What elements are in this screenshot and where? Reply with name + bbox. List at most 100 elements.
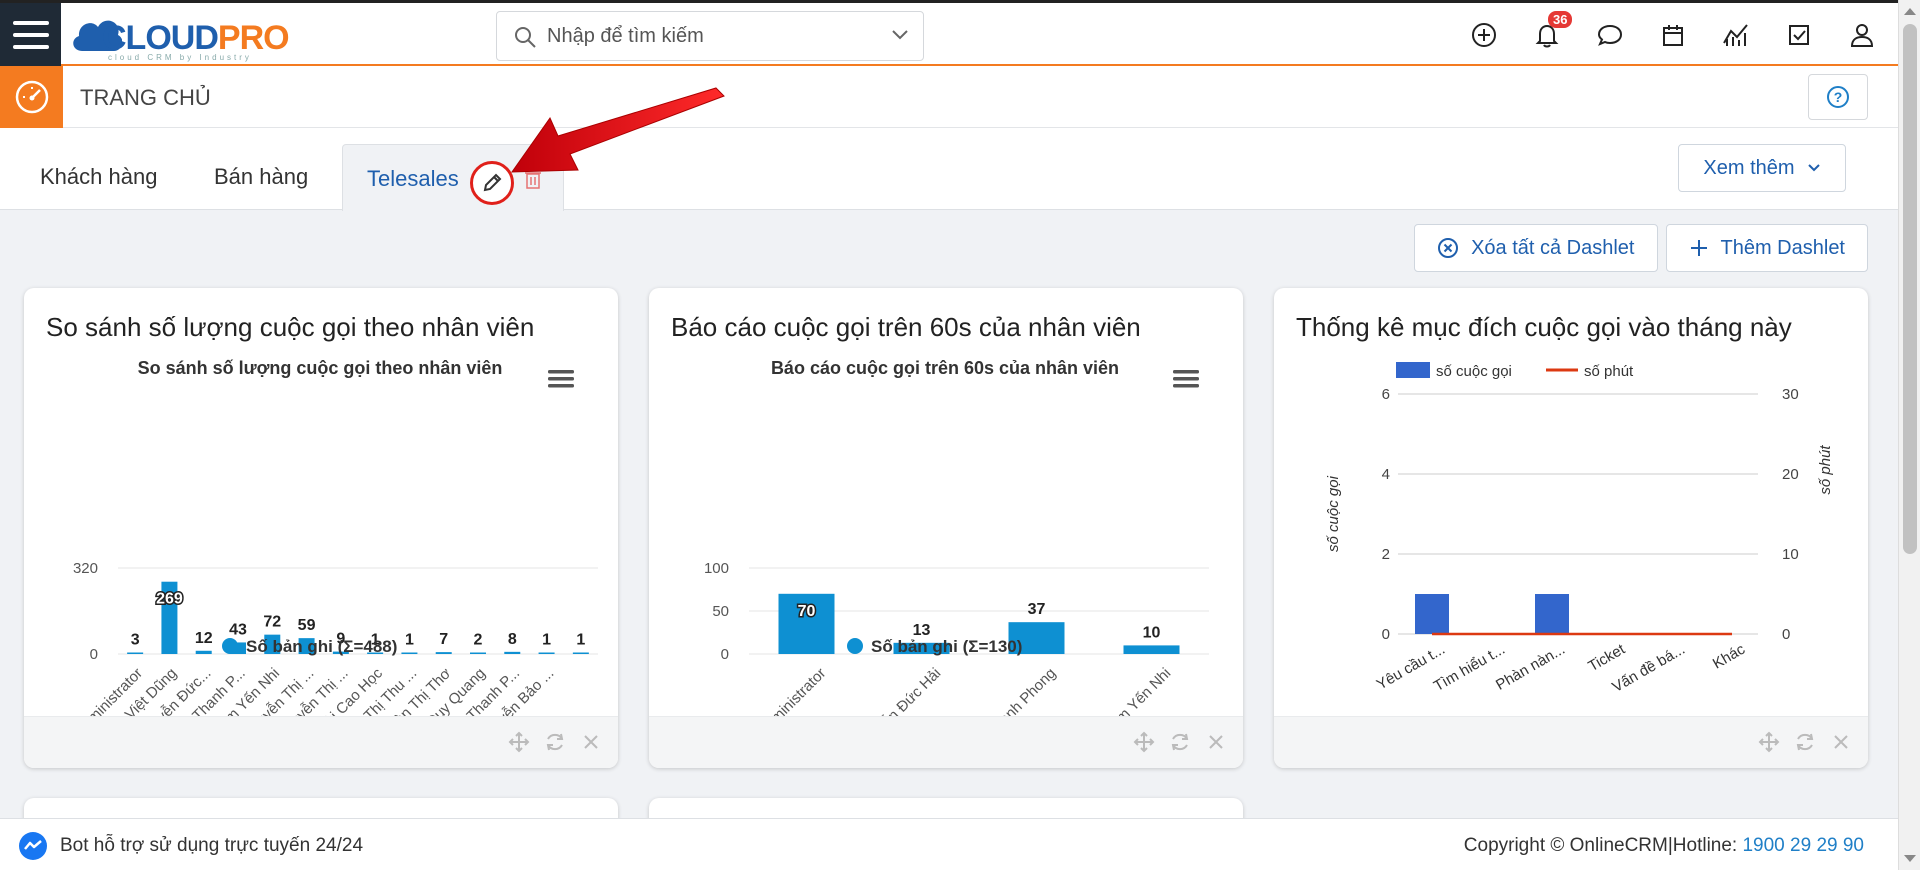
support-bot-link[interactable]: Bot hỗ trợ sử dụng trực tuyến 24/24 [18, 831, 363, 861]
tab-telesales[interactable]: Telesales [342, 144, 564, 211]
trash-icon[interactable] [523, 167, 543, 191]
menu-toggle-button[interactable] [0, 3, 61, 66]
move-icon[interactable] [508, 731, 530, 753]
chart-title: Báo cáo cuộc gọi trên 60s của nhân viên [771, 358, 1119, 378]
data-label: 7 [439, 631, 448, 648]
sub-header: TRANG CHỦ ? [0, 66, 1898, 128]
call-purpose-chart: số cuộc gọi số phút 0 2 4 6 0 10 20 30 số cuộc gọi… [1325, 362, 1834, 696]
dashlet-footer [24, 716, 618, 768]
x-circle-icon [1438, 238, 1459, 258]
chart-title: So sánh số lượng cuộc gọi theo nhân viên [138, 358, 503, 378]
data-label: 2 [474, 632, 483, 649]
data-label: 1 [576, 632, 585, 649]
bar [401, 652, 418, 654]
search-input[interactable] [547, 22, 867, 50]
close-icon[interactable] [1205, 731, 1227, 753]
page-title: TRANG CHỦ [80, 85, 211, 110]
chart-menu-icon [548, 370, 574, 374]
chart-menu-icon [1173, 384, 1199, 388]
more-tabs-dropdown[interactable]: Xem thêm [1678, 144, 1846, 192]
hamburger-line [12, 32, 49, 37]
logo[interactable]: CLOUDPRO cloud CRM by Industry [70, 9, 300, 63]
scroll-down-arrow[interactable] [1904, 855, 1916, 862]
messenger-icon [19, 832, 47, 860]
y2-axis-label: số phút [1817, 445, 1834, 495]
tab-ban-hang[interactable]: Bán hàng [214, 164, 308, 190]
bar [435, 652, 452, 654]
top-toolbar: 36 [1467, 11, 1878, 57]
notifications-button[interactable]: 36 [1530, 11, 1573, 57]
data-label: 10 [1143, 624, 1161, 641]
x-tick-label: Administrator [755, 665, 830, 716]
chat-bubble-icon [1597, 24, 1622, 46]
pencil-icon [483, 173, 502, 192]
y-tick-label: 320 [73, 560, 98, 577]
calendar-button[interactable] [1656, 13, 1689, 57]
more-tabs-label: Xem thêm [1703, 156, 1795, 179]
y-tick-label: 0 [721, 646, 729, 663]
quick-create-button[interactable] [1467, 13, 1500, 57]
legend-marker [847, 638, 863, 654]
data-label: 269 [156, 591, 183, 608]
refresh-icon[interactable] [1794, 731, 1816, 753]
bar [470, 652, 486, 654]
legend-marker [1396, 362, 1430, 378]
page-scrollbar[interactable] [1898, 0, 1920, 870]
bar [504, 651, 521, 654]
legend-label: số phút [1584, 363, 1634, 380]
tab-khach-hang[interactable]: Khách hàng [40, 164, 157, 190]
refresh-icon[interactable] [1169, 731, 1191, 753]
chat-button[interactable] [1593, 13, 1626, 57]
call-comparison-chart: So sánh số lượng cuộc gọi theo nhân viên… [71, 358, 598, 716]
edit-tab-button[interactable] [470, 161, 514, 205]
close-icon[interactable] [1830, 731, 1852, 753]
y-tick-label: 6 [1382, 386, 1390, 403]
data-label: 72 [263, 614, 281, 631]
global-search[interactable] [496, 11, 924, 61]
data-label: 43 [229, 621, 247, 638]
data-label: 1 [542, 632, 551, 649]
hotline-link[interactable]: 1900 29 29 90 [1742, 835, 1864, 856]
hamburger-line [12, 44, 49, 49]
copyright: Copyright © OnlineCRM|Hotline: 1900 29 2… [1464, 835, 1864, 857]
question-circle-icon: ? [1827, 86, 1849, 108]
add-dashlet-button[interactable]: Thêm Dashlet [1665, 224, 1868, 272]
bar [1415, 594, 1449, 634]
scroll-up-arrow[interactable] [1904, 8, 1916, 15]
call-over-60s-chart: Báo cáo cuộc gọi trên 60s của nhân viên 0… [704, 358, 1209, 716]
dashboard-home-button[interactable] [0, 66, 63, 128]
y-tick-label: 0 [90, 646, 98, 663]
chart-menu-icon [1173, 370, 1199, 374]
x-tick-label: Hà Thanh Phong [967, 665, 1059, 716]
dashlet-title: Thống kê mục đích cuộc gọi vào tháng này [1296, 312, 1792, 342]
top-bar: CLOUDPRO cloud CRM by Industry 36 [0, 0, 1898, 66]
y-tick-label: 4 [1382, 466, 1390, 483]
dashlet-actions: Xóa tất cả Dashlet Thêm Dashlet [1414, 224, 1868, 272]
reports-button[interactable] [1719, 13, 1752, 57]
legend-label: Số bản ghi (Σ=488) [246, 637, 397, 656]
move-icon[interactable] [1133, 731, 1155, 753]
dashlet-title: So sánh số lượng cuộc gọi theo nhân viên [46, 312, 535, 342]
bot-text: Bot hỗ trợ sử dụng trực tuyến 24/24 [60, 835, 364, 856]
close-icon[interactable] [580, 731, 602, 753]
tasks-button[interactable] [1782, 13, 1815, 57]
refresh-icon[interactable] [544, 731, 566, 753]
data-label: 3 [131, 632, 140, 649]
user-profile-button[interactable] [1845, 13, 1878, 57]
scroll-thumb[interactable] [1903, 24, 1917, 554]
bar [195, 650, 212, 654]
y-tick-label: 0 [1382, 626, 1390, 643]
y2-tick-label: 20 [1782, 466, 1799, 483]
chevron-down-icon[interactable] [891, 28, 909, 42]
footer-bar: Bot hỗ trợ sử dụng trực tuyến 24/24 Copy… [0, 818, 1898, 870]
x-tick-label: Phạm Yến Nhi [1094, 665, 1174, 716]
help-button[interactable]: ? [1808, 74, 1868, 120]
data-label: 1 [405, 632, 414, 649]
y-axis-label: số cuộc gọi [1325, 475, 1342, 552]
move-icon[interactable] [1758, 731, 1780, 753]
clear-all-dashlets-button[interactable]: Xóa tất cả Dashlet [1414, 224, 1658, 272]
user-icon [1850, 24, 1873, 47]
x-tick-label: Ticket [1585, 640, 1628, 675]
bar [538, 652, 555, 654]
bar [1123, 645, 1180, 654]
